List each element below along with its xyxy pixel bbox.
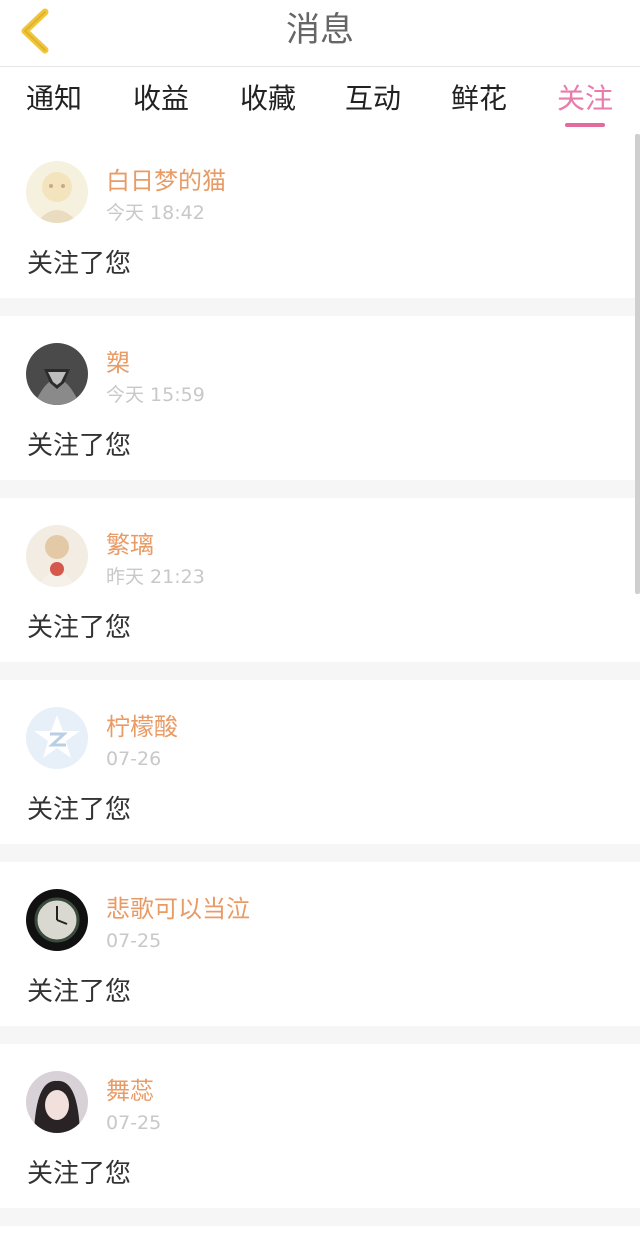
tab-flowers[interactable]: 鲜花: [429, 81, 529, 117]
tab-label: 通知: [25, 82, 82, 115]
divider: [0, 298, 640, 316]
avatar[interactable]: [26, 889, 88, 951]
divider: [0, 1026, 640, 1044]
avatar[interactable]: [26, 161, 88, 223]
list-item[interactable]: 柠檬酸 07-26 关注了您: [0, 680, 640, 844]
timestamp: 今天 15:59: [106, 384, 205, 406]
tab-favorites[interactable]: 收藏: [218, 81, 318, 117]
page-title: 消息: [286, 10, 354, 50]
tab-label: 收藏: [239, 82, 296, 115]
list-item[interactable]: 繁璃 昨天 21:23 关注了您: [0, 498, 640, 662]
timestamp: 07-25: [106, 1112, 162, 1134]
avatar-image-icon: [26, 525, 88, 587]
message-text: 关注了您: [27, 249, 132, 279]
timestamp: 今天 18:42: [106, 202, 205, 224]
tab-follows[interactable]: 关注: [535, 81, 635, 127]
avatar[interactable]: [26, 525, 88, 587]
user-name[interactable]: 悲歌可以当泣: [106, 895, 250, 923]
timestamp: 07-25: [106, 930, 162, 952]
avatar[interactable]: [26, 1071, 88, 1133]
timestamp: 07-26: [106, 748, 162, 770]
user-name[interactable]: 白日梦的猫: [106, 167, 226, 195]
timestamp: 昨天 21:23: [106, 566, 205, 588]
tab-interactions[interactable]: 互动: [323, 81, 423, 117]
follow-list: 白日梦的猫 今天 18:42 关注了您 槊 今天 15:59 关注了您 繁璃 昨…: [0, 134, 640, 1234]
list-item[interactable]: 悲歌可以当泣 07-25 关注了您: [0, 862, 640, 1026]
avatar[interactable]: [26, 707, 88, 769]
avatar-image-icon: [26, 161, 88, 223]
user-name[interactable]: 槊: [106, 349, 130, 377]
avatar-image-icon: [26, 707, 88, 769]
message-text: 关注了您: [27, 613, 132, 643]
list-item[interactable]: 白日梦的猫 今天 18:42 关注了您: [0, 134, 640, 298]
message-text: 关注了您: [27, 795, 132, 825]
top-bar: 消息: [0, 0, 640, 67]
tab-label: 鲜花: [450, 82, 507, 115]
tab-notifications[interactable]: 通知: [4, 81, 104, 117]
message-text: 关注了您: [27, 977, 132, 1007]
user-name[interactable]: 舞蕊: [106, 1077, 154, 1105]
message-text: 关注了您: [27, 431, 132, 461]
tab-bar: 通知 收益 收藏 互动 鲜花 关注: [0, 67, 640, 133]
avatar-image-icon: [26, 1071, 88, 1133]
divider: [0, 1208, 640, 1226]
scrollbar[interactable]: [635, 134, 640, 594]
tab-indicator: [565, 123, 605, 127]
message-text: 关注了您: [27, 1159, 132, 1189]
tab-earnings[interactable]: 收益: [111, 81, 211, 117]
divider: [0, 662, 640, 680]
avatar[interactable]: [26, 343, 88, 405]
divider: [0, 844, 640, 862]
tab-label: 互动: [344, 82, 401, 115]
user-name[interactable]: 柠檬酸: [106, 713, 178, 741]
divider: [0, 480, 640, 498]
list-item[interactable]: 槊 今天 15:59 关注了您: [0, 316, 640, 480]
user-name[interactable]: 繁璃: [106, 531, 154, 559]
avatar-image-icon: [26, 343, 88, 405]
avatar-image-icon: [26, 889, 88, 951]
list-item[interactable]: 舞蕊 07-25 关注了您: [0, 1044, 640, 1208]
tab-label: 收益: [132, 82, 189, 115]
tab-label: 关注: [556, 82, 613, 115]
